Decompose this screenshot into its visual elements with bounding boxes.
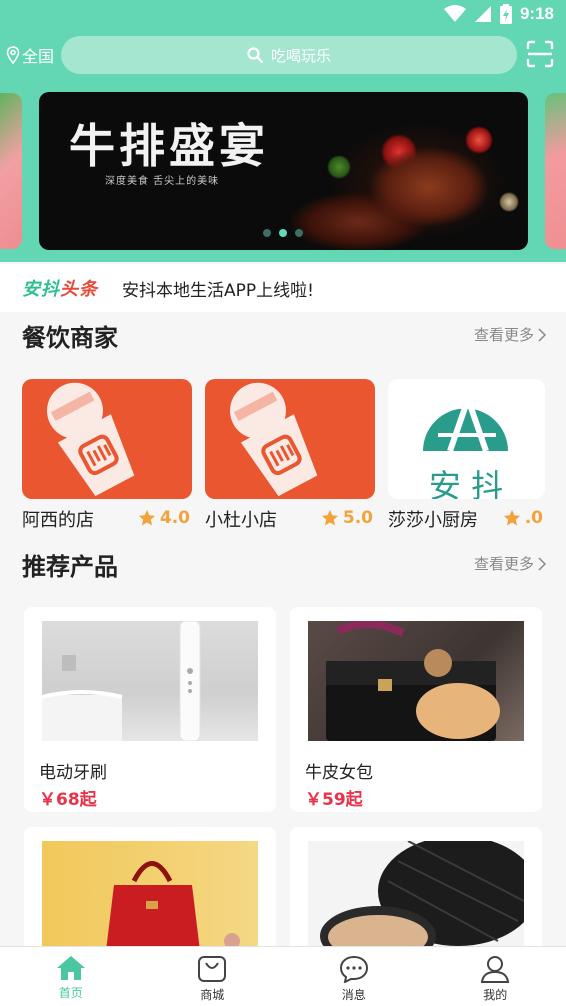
tab-label: 我的 — [483, 988, 508, 1002]
message-icon — [339, 955, 368, 983]
news-logo: 安抖头条 — [22, 279, 98, 300]
banner-next-slide[interactable] — [545, 93, 566, 249]
more-label: 查看更多 — [473, 555, 534, 573]
product-price: ￥68起 — [39, 790, 97, 810]
home-icon — [56, 956, 85, 980]
tab-profile[interactable]: 我的 — [425, 947, 566, 1006]
microphone-logo-icon — [46, 382, 135, 497]
product-card[interactable]: 电动牙刷 ￥68起 — [24, 607, 276, 812]
search-placeholder: 吃喝玩乐 — [270, 46, 331, 65]
wifi-icon — [443, 5, 466, 22]
restaurants-title: 餐饮商家 — [22, 324, 118, 352]
chevron-right-icon — [538, 556, 546, 571]
status-bar: 9:18 — [0, 0, 566, 30]
star-icon — [138, 509, 155, 526]
restaurant-image — [22, 379, 192, 499]
shop-bag-icon — [198, 956, 227, 982]
restaurant-rating: 4.0 — [138, 508, 190, 528]
news-text: 安抖本地生活APP上线啦! — [122, 280, 314, 301]
chevron-right-icon — [538, 327, 546, 342]
products-more-link[interactable]: 查看更多 — [474, 553, 546, 574]
indicator-dot — [295, 229, 303, 237]
tab-messages[interactable]: 消息 — [283, 947, 425, 1006]
toothbrush-image — [42, 621, 201, 741]
scan-icon[interactable] — [526, 40, 554, 68]
indicator-dot-active — [279, 229, 287, 237]
search-input[interactable]: 吃喝玩乐 — [61, 36, 517, 74]
restaurant-card[interactable]: 阿西的店 4.0 — [22, 379, 192, 531]
restaurant-card[interactable]: 安 抖 莎莎小厨房 .0 — [388, 379, 545, 531]
product-image — [308, 621, 524, 741]
product-name: 电动牙刷 — [39, 763, 107, 783]
microphone-logo-icon — [229, 382, 318, 497]
banner-prev-slide[interactable] — [0, 93, 22, 249]
location-selector[interactable]: 全国 — [6, 43, 54, 67]
banner-indicator — [263, 229, 303, 237]
tab-shop[interactable]: 商城 — [142, 947, 284, 1006]
star-icon — [503, 509, 520, 526]
status-time: 9:18 — [519, 4, 554, 23]
product-name: 牛皮女包 — [305, 763, 373, 783]
product-card[interactable]: 牛皮女包 ￥59起 — [290, 607, 542, 812]
restaurant-rating: .0 — [503, 508, 543, 528]
banner-title: 牛排盛宴 — [69, 119, 269, 173]
tab-label: 消息 — [341, 988, 366, 1002]
handbag-image — [326, 621, 500, 741]
andou-logo-text: 安 抖 — [429, 467, 503, 499]
location-pin-icon — [6, 46, 20, 64]
more-label: 查看更多 — [473, 326, 534, 344]
banner-slide[interactable]: 牛排盛宴 深度美食 舌尖上的美味 — [39, 92, 528, 250]
star-icon — [321, 509, 338, 526]
location-label: 全国 — [22, 47, 55, 66]
restaurant-card[interactable]: 小杜小店 5.0 — [205, 379, 375, 531]
tab-label: 首页 — [58, 986, 83, 1000]
profile-icon — [481, 956, 510, 983]
restaurant-image: 安 抖 — [388, 379, 545, 499]
product-price: ￥59起 — [305, 790, 363, 810]
restaurant-rating: 5.0 — [321, 508, 373, 528]
products-title: 推荐产品 — [22, 553, 118, 581]
product-image — [42, 621, 258, 741]
restaurant-name: 莎莎小厨房 — [388, 510, 478, 531]
battery-icon — [499, 4, 512, 24]
tab-label: 商城 — [200, 988, 225, 1002]
indicator-dot — [263, 229, 271, 237]
bottom-tab-bar: 首页 商城 消息 我的 — [0, 946, 566, 1006]
signal-icon — [474, 6, 491, 22]
restaurant-name: 小杜小店 — [205, 510, 277, 531]
andou-logo-icon: 安 抖 — [423, 389, 508, 499]
tab-home[interactable]: 首页 — [0, 947, 142, 1006]
banner-subtitle: 深度美食 舌尖上的美味 — [105, 176, 220, 187]
restaurant-name: 阿西的店 — [22, 510, 94, 531]
search-icon — [247, 47, 263, 63]
news-ticker[interactable]: 安抖头条 安抖本地生活APP上线啦! — [0, 264, 566, 312]
restaurant-image — [205, 379, 375, 499]
banner-food-image — [279, 92, 528, 250]
restaurants-more-link[interactable]: 查看更多 — [474, 324, 546, 345]
